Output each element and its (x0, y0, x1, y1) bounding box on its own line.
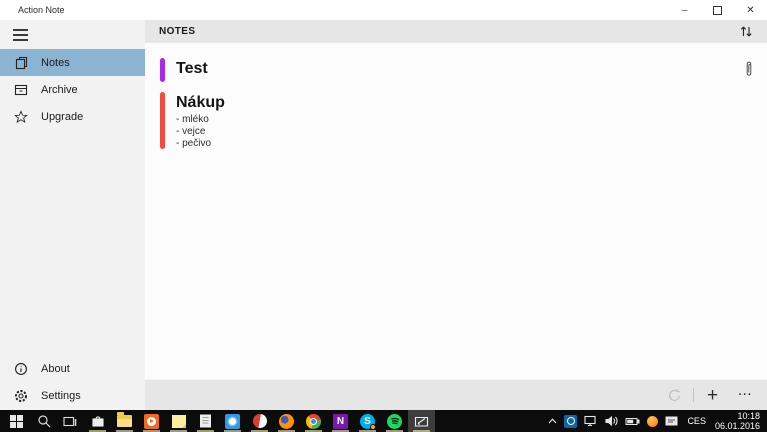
window-title: Action Note (18, 5, 65, 15)
tray-chevron-button[interactable] (548, 418, 557, 424)
ellipsis-icon: ··· (738, 389, 753, 401)
notes-list: Test Nákup - mléko - vejce - pečivo (145, 43, 767, 379)
note-item-nakup[interactable]: Nákup - mléko - vejce - pečivo (145, 92, 767, 149)
red-app-icon (252, 414, 267, 428)
note-title: Nákup (176, 94, 225, 111)
sidebar-item-label: Archive (41, 83, 78, 96)
taskbar-sticky-notes-button[interactable] (165, 410, 192, 432)
store-icon (91, 416, 104, 427)
sidebar: Notes Archive Upgrade About Settings (0, 20, 145, 410)
tray-volume-icon[interactable] (605, 415, 619, 427)
maximize-button[interactable] (701, 0, 734, 20)
close-button[interactable]: ✕ (734, 0, 767, 20)
gear-icon (13, 388, 28, 403)
tray-battery-icon[interactable] (625, 417, 640, 426)
taskbar: N S CES 10:18 06.01.2016 (0, 410, 767, 432)
action-note-window: Action Note – ✕ Notes Archive Upgrade Ab… (0, 0, 767, 432)
title-bar: Action Note – ✕ (0, 0, 767, 20)
taskbar-weather-button[interactable] (219, 410, 246, 432)
refresh-icon (669, 388, 680, 401)
skype-status-badge (370, 423, 376, 430)
task-view-button[interactable] (57, 410, 84, 432)
sidebar-item-notes[interactable]: Notes (0, 49, 145, 76)
start-button[interactable] (3, 410, 30, 432)
command-bar: + ··· (145, 379, 767, 410)
taskbar-action-note-button[interactable] (408, 410, 435, 432)
attachment-icon (745, 58, 753, 82)
add-note-button[interactable]: + (696, 380, 729, 410)
page-title: NOTES (159, 26, 196, 37)
sidebar-item-label: Settings (41, 389, 81, 402)
tray-outlook-icon[interactable] (564, 414, 578, 428)
sidebar-item-label: About (41, 362, 70, 375)
sidebar-item-upgrade[interactable]: Upgrade (0, 103, 145, 130)
chrome-icon (306, 413, 321, 429)
firefox-icon (279, 413, 294, 429)
info-icon (13, 361, 28, 376)
sidebar-item-archive[interactable]: Archive (0, 76, 145, 103)
command-bar-divider (693, 388, 694, 402)
sidebar-footer: About Settings (0, 355, 145, 410)
clock-time: 10:18 (737, 411, 760, 421)
action-note-icon (414, 416, 429, 427)
folder-icon (117, 412, 132, 427)
more-button[interactable]: ··· (729, 380, 762, 410)
main-panel: NOTES Test Nákup - mléko - vejce - pečiv… (145, 20, 767, 410)
sidebar-item-label: Notes (41, 56, 70, 69)
taskbar-store-button[interactable] (84, 410, 111, 432)
minimize-button[interactable]: – (668, 0, 701, 20)
sort-icon (740, 26, 752, 37)
taskbar-spotify-button[interactable] (381, 410, 408, 432)
hamburger-menu-button[interactable] (0, 20, 145, 49)
maximize-icon (713, 5, 722, 15)
skype-icon: S (360, 413, 376, 430)
plus-icon: + (706, 384, 719, 406)
media-player-icon (144, 413, 159, 429)
task-view-icon (63, 416, 77, 426)
weather-icon (225, 413, 240, 429)
archive-icon (13, 82, 28, 97)
note-color-bar (160, 58, 165, 82)
note-item-test[interactable]: Test (145, 58, 767, 82)
tray-antivirus-icon[interactable] (647, 415, 659, 427)
taskbar-calculator-button[interactable] (192, 410, 219, 432)
star-icon (13, 109, 28, 124)
onenote-icon: N (333, 413, 348, 429)
spotify-icon (387, 413, 402, 429)
hamburger-icon (13, 29, 28, 31)
sidebar-item-settings[interactable]: Settings (0, 382, 145, 409)
taskbar-onenote-button[interactable]: N (327, 410, 354, 432)
taskbar-red-app-button[interactable] (246, 410, 273, 432)
note-color-bar (160, 92, 165, 149)
clock[interactable]: 10:18 06.01.2016 (715, 411, 762, 431)
notes-icon (13, 55, 28, 70)
window-controls: – ✕ (668, 0, 767, 20)
taskbar-search-button[interactable] (30, 410, 57, 432)
refresh-button[interactable] (658, 380, 691, 410)
note-title: Test (176, 60, 208, 77)
chevron-up-icon (548, 418, 557, 424)
taskbar-media-player-button[interactable] (138, 410, 165, 432)
taskbar-chrome-button[interactable] (300, 410, 327, 432)
note-list-line: - vejce (176, 126, 206, 137)
clock-date: 06.01.2016 (714, 421, 760, 431)
sort-button[interactable] (739, 25, 753, 38)
sidebar-item-label: Upgrade (41, 110, 84, 123)
search-icon (37, 415, 50, 428)
taskbar-skype-button[interactable]: S (354, 410, 381, 432)
language-indicator[interactable]: CES (685, 416, 708, 426)
system-tray: CES 10:18 06.01.2016 (548, 411, 767, 431)
tray-network-icon[interactable] (584, 415, 598, 427)
taskbar-file-explorer-button[interactable] (111, 410, 138, 432)
note-list-line: - pečivo (176, 138, 212, 149)
notes-header: NOTES (145, 20, 767, 43)
note-list-line: - mléko (176, 114, 209, 125)
taskbar-firefox-button[interactable] (273, 410, 300, 432)
sidebar-item-about[interactable]: About (0, 355, 145, 382)
windows-logo-icon (10, 414, 23, 428)
tray-app-icon[interactable] (665, 416, 678, 427)
calculator-icon (200, 414, 211, 428)
sticky-notes-icon (171, 414, 186, 428)
